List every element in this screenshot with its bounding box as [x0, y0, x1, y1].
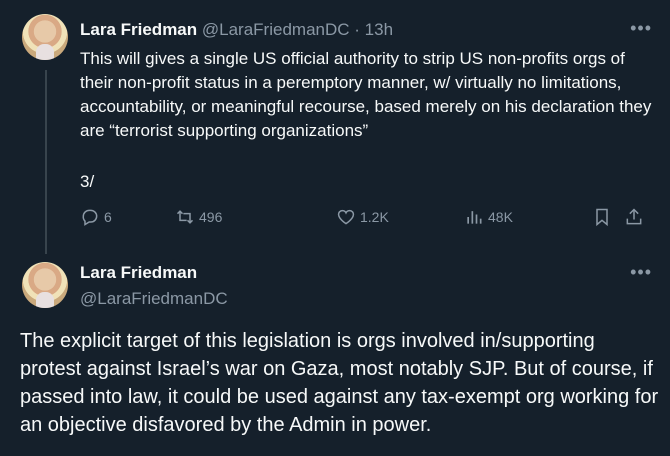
author-handle[interactable]: @LaraFriedmanDC: [80, 289, 228, 309]
share-button[interactable]: [624, 207, 648, 227]
tweet-header: Lara Friedman @LaraFriedmanDC · 13h: [80, 20, 393, 40]
reply-button[interactable]: 6: [80, 207, 112, 227]
reply-icon: [82, 209, 98, 226]
thread-line: [45, 70, 47, 254]
separator: ·: [354, 20, 360, 39]
view-count: 48K: [488, 209, 513, 225]
retweet-count: 496: [199, 209, 223, 225]
like-count: 1.2K: [360, 209, 389, 225]
more-icon[interactable]: •••: [630, 262, 652, 283]
tweet-text: This will gives a single US official aut…: [80, 49, 652, 140]
author-name[interactable]: Lara Friedman: [80, 20, 197, 39]
views-button[interactable]: 48K: [464, 207, 513, 227]
tweet-actions: 6 496 1.2K 48K: [80, 207, 652, 231]
like-button[interactable]: 1.2K: [336, 207, 389, 227]
bookmark-button[interactable]: [592, 207, 616, 227]
heart-icon: [337, 209, 355, 225]
bookmark-icon: [596, 208, 608, 227]
retweet-button[interactable]: 496: [175, 207, 222, 227]
author-name[interactable]: Lara Friedman: [80, 263, 197, 283]
reply-count: 6: [104, 209, 112, 225]
avatar[interactable]: [22, 14, 68, 60]
avatar[interactable]: [22, 262, 68, 308]
more-icon[interactable]: •••: [630, 18, 652, 39]
views-icon: [467, 211, 482, 224]
retweet-icon: [176, 210, 194, 224]
share-icon: [626, 208, 642, 225]
tweet-text: The explicit target of this legislation …: [20, 330, 659, 436]
author-handle[interactable]: @LaraFriedmanDC: [202, 20, 350, 39]
thread-number: 3/: [80, 172, 95, 191]
timestamp[interactable]: 13h: [365, 20, 393, 39]
